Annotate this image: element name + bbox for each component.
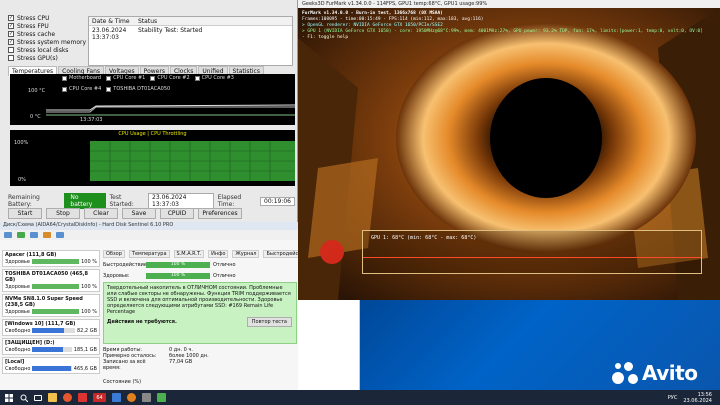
gpu-temperature-graph: GPU 1: 68°C (min: 68°C - max: 68°C)	[362, 230, 702, 274]
clock-date: 23.06.2024	[683, 398, 712, 404]
toolbar	[0, 230, 298, 240]
furmark-logo-icon	[320, 240, 344, 264]
avito-logo-icon	[612, 360, 638, 386]
elapsed-value: 00:19:06	[260, 196, 295, 206]
stress-option[interactable]: ✓ Stress cache	[8, 30, 88, 38]
drive-info: Время работы: 0 дн. 0 ч. Примерно осталос…	[103, 347, 297, 385]
stop-button[interactable]: Stop	[46, 208, 80, 219]
drive-item[interactable]: Apacer (111,8 GB) Здоровье 100 %	[2, 250, 100, 267]
app-icon[interactable]	[78, 393, 87, 402]
temperature-graph: Motherboard CPU Core #1 CPU Core #2 CPU …	[10, 74, 295, 125]
refresh-icon[interactable]	[17, 232, 25, 238]
taskbar: 64 РУС 13:56 23.06.2024	[0, 390, 720, 405]
gpu-temp-line	[363, 257, 701, 258]
volume-item[interactable]: [ЗАЩИЩЕН] (D:) Свободно 185,1 GB	[2, 338, 100, 355]
app-icon[interactable]	[142, 393, 151, 402]
status-footer: Состояние (%)	[103, 379, 142, 385]
language-indicator[interactable]: РУС	[668, 395, 678, 401]
file-explorer-icon[interactable]	[48, 393, 57, 402]
tab-log[interactable]: Журнал	[232, 250, 260, 258]
stress-options: ✓ Stress CPU ✓ Stress FPU ✓ Stress cache ✓ S…	[8, 14, 88, 62]
report-icon[interactable]	[30, 232, 38, 238]
status-grid: Date & Time Status 23.06.2024 13:37:03 Sta…	[88, 16, 293, 66]
disk-sentinel-icon[interactable]	[112, 393, 121, 402]
clear-button[interactable]: Clear	[84, 208, 118, 219]
clock[interactable]: 13:56 23.06.2024	[683, 392, 712, 404]
test-started-label: Test Started:	[109, 194, 134, 208]
elapsed-label: Elapsed Time:	[217, 194, 242, 208]
performance-metric: Быстродействие: 100 % Отлично	[103, 261, 236, 268]
furmark-taskbar-icon[interactable]	[127, 393, 136, 402]
test-started-value: 23.06.2024 13:37:03	[148, 193, 214, 209]
aida64-stability-window: ✓ Stress CPU ✓ Stress FPU ✓ Stress cache ✓ S…	[0, 0, 298, 222]
screen: ✓ Stress CPU ✓ Stress FPU ✓ Stress cache ✓ S…	[0, 0, 720, 405]
stress-option[interactable]: Stress GPU(s)	[8, 54, 88, 62]
app-icon[interactable]	[157, 393, 166, 402]
tab-overview[interactable]: Обзор	[103, 250, 125, 258]
tab-smart[interactable]: S.M.A.R.T.	[173, 250, 205, 258]
window-title: Geeks3D FurMark v1.34.0.0 - 114FPS, GPU1…	[298, 0, 720, 8]
disk-health-window: Диск/Схема (AIDA64/CrystalDiskInfo) - Ha…	[0, 222, 298, 390]
battery-value: No battery	[64, 193, 106, 209]
grid-cell: Stability Test: Started	[138, 27, 203, 34]
save-button[interactable]: Save	[122, 208, 156, 219]
disk-icon[interactable]	[4, 232, 12, 238]
stress-option[interactable]: ✓ Stress FPU	[8, 22, 88, 30]
furmark-osd: FurMark v1.34.0.0 - Burn-in test, 1366x7…	[302, 11, 703, 40]
window-title: Диск/Схема (AIDA64/CrystalDiskInfo) - Ha…	[0, 222, 298, 230]
furmark-window: Geeks3D FurMark v1.34.0.0 - 114FPS, GPU1…	[298, 0, 720, 300]
drive-item[interactable]: NVMe SN8.1.0 Super Speed (238,5 GB) Здор…	[2, 294, 100, 317]
system-tray: РУС 13:56 23.06.2024	[668, 392, 712, 404]
temperature-lines	[46, 104, 295, 116]
start-icon[interactable]	[4, 393, 13, 402]
drive-list: Apacer (111,8 GB) Здоровье 100 % TOSHIBA …	[2, 250, 100, 376]
detail-tabs: Обзор Температура S.M.A.R.T. Инфо Журнал…	[103, 250, 298, 258]
stress-option[interactable]: ✓ Stress system memory	[8, 38, 88, 46]
task-view-icon[interactable]	[34, 394, 42, 401]
volume-item[interactable]: [Windows 10] (111,7 GB) Свободно 82,2 GB	[2, 319, 100, 336]
settings-icon[interactable]	[43, 232, 51, 238]
grid-cell: 23.06.2024 13:37:03	[92, 27, 127, 41]
aida64-taskbar-icon[interactable]: 64	[93, 393, 106, 402]
cpu-usage-fill	[90, 141, 295, 181]
search-icon[interactable]	[19, 393, 28, 402]
tab-performance[interactable]: Быстродействие	[263, 250, 298, 258]
stress-option[interactable]: Stress local disks	[8, 46, 88, 54]
tab-info[interactable]: Инфо	[208, 250, 229, 258]
grid-header: Status	[138, 18, 158, 25]
avito-watermark: Avito	[612, 360, 698, 386]
help-icon[interactable]	[56, 232, 64, 238]
cpuid-button[interactable]: CPUID	[160, 208, 194, 219]
health-metric: Здоровье: 100 % Отлично	[103, 272, 236, 279]
browser-icon[interactable]	[63, 393, 72, 402]
blank-window	[298, 300, 360, 390]
avito-logo-text: Avito	[642, 361, 698, 385]
start-button[interactable]: Start	[8, 208, 42, 219]
volume-item[interactable]: [Local] Свободно 465,6 GB	[2, 357, 100, 374]
stress-option[interactable]: ✓ Stress CPU	[8, 14, 88, 22]
battery-label: Remaining Battery:	[8, 194, 40, 208]
status-bar: Remaining Battery: No battery Test Start…	[8, 193, 295, 209]
grid-header: Date & Time	[92, 18, 130, 25]
tab-temperature[interactable]: Температура	[128, 250, 170, 258]
repeat-test-button[interactable]: Повтор теста	[246, 317, 292, 327]
health-message: Твердотельный накопитель в ОТЛИЧНОМ сост…	[103, 282, 297, 344]
drive-item[interactable]: TOSHIBA DT01ACA050 (465,8 GB) Здоровье 10…	[2, 269, 100, 292]
gpu-temp-label: GPU 1: 68°C (min: 68°C - max: 68°C)	[371, 235, 477, 241]
preferences-button[interactable]: Preferences	[198, 208, 242, 219]
cpu-usage-graph: CPU Usage | CPU Throttling 100% 0%	[10, 130, 295, 186]
aida-buttons: Start Stop Clear Save CPUID Preferences	[8, 208, 242, 219]
